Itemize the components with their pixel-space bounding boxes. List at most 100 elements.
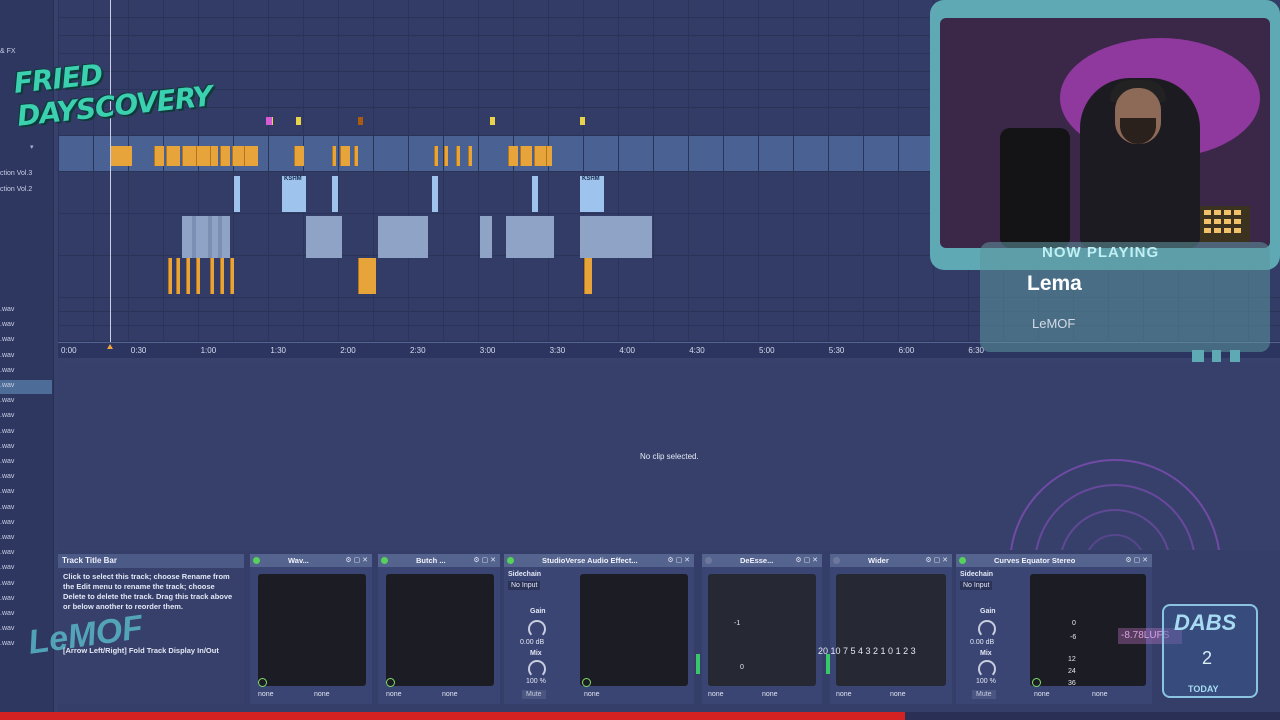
- preset-select-a[interactable]: none: [258, 691, 274, 698]
- browser-item[interactable]: .wav: [0, 458, 14, 465]
- device-tools-icon[interactable]: ⚙ ▢ ✕: [345, 556, 368, 564]
- browser-item[interactable]: .wav: [0, 306, 14, 313]
- audio-clip[interactable]: [468, 146, 472, 166]
- audio-clip[interactable]: [218, 216, 222, 258]
- dropdown-arrow-icon[interactable]: ▾: [30, 143, 34, 151]
- audio-clip[interactable]: [182, 216, 230, 258]
- device-studioverse[interactable]: StudioVerse Audio Effect... ⚙ ▢ ✕ Sidecha…: [504, 554, 694, 704]
- preset-select-a[interactable]: none: [386, 691, 402, 698]
- audio-clip[interactable]: KSHM: [284, 176, 306, 188]
- audio-clip[interactable]: [480, 216, 492, 258]
- power-ring-icon[interactable]: [1032, 678, 1041, 687]
- audio-clip[interactable]: [186, 258, 190, 294]
- device-tools-icon[interactable]: ⚙ ▢ ✕: [667, 556, 690, 564]
- power-ring-icon[interactable]: [582, 678, 591, 687]
- power-ring-icon[interactable]: [258, 678, 267, 687]
- audio-clip[interactable]: [532, 176, 538, 212]
- browser-item[interactable]: .wav: [0, 321, 14, 328]
- sidechain-input-select[interactable]: No Input: [508, 581, 541, 590]
- browser-item[interactable]: .wav: [0, 549, 14, 556]
- browser-item[interactable]: .wav: [0, 504, 14, 511]
- clip-marker[interactable]: [490, 117, 495, 125]
- device-on-toggle[interactable]: [959, 557, 966, 564]
- audio-clip[interactable]: [584, 258, 592, 294]
- audio-clip[interactable]: [332, 146, 336, 166]
- browser-item[interactable]: .wav: [0, 382, 14, 389]
- mix-knob[interactable]: [528, 660, 546, 678]
- audio-clip[interactable]: [294, 146, 304, 166]
- device-deesser[interactable]: DeEsse... ⚙ ▢ ✕ -1 0 none none: [696, 554, 822, 704]
- audio-clip[interactable]: [534, 146, 546, 166]
- device-butch[interactable]: Butch ... ⚙ ▢ ✕ none none: [378, 554, 500, 704]
- audio-clip[interactable]: [354, 146, 358, 166]
- device-on-toggle[interactable]: [381, 557, 388, 564]
- preset-select-b[interactable]: none: [762, 691, 778, 698]
- audio-clip[interactable]: [220, 258, 224, 294]
- audio-clip[interactable]: [230, 258, 234, 294]
- audio-clip[interactable]: [340, 146, 350, 166]
- mute-button[interactable]: Mute: [522, 690, 546, 699]
- audio-clip[interactable]: [234, 176, 240, 212]
- browser-item[interactable]: .wav: [0, 580, 14, 587]
- gain-knob[interactable]: [978, 620, 996, 638]
- preset-select-b[interactable]: none: [314, 691, 330, 698]
- preset-select-b[interactable]: none: [890, 691, 906, 698]
- audio-clip[interactable]: [110, 146, 132, 166]
- clip-marker[interactable]: [266, 117, 272, 125]
- browser-item[interactable]: .wav: [0, 564, 14, 571]
- clip-marker[interactable]: [296, 117, 301, 125]
- audio-clip[interactable]: [220, 146, 230, 166]
- preset-select-b[interactable]: none: [442, 691, 458, 698]
- audio-clip[interactable]: [232, 146, 244, 166]
- audio-clip[interactable]: [332, 176, 338, 212]
- preset-select-b[interactable]: none: [1092, 691, 1108, 698]
- preset-select-a[interactable]: none: [1034, 691, 1050, 698]
- audio-clip[interactable]: [182, 146, 196, 166]
- audio-clip[interactable]: [210, 146, 218, 166]
- audio-clip[interactable]: [192, 216, 196, 258]
- sidechain-input-select[interactable]: No Input: [960, 581, 993, 590]
- browser-item[interactable]: .wav: [0, 367, 14, 374]
- browser-item[interactable]: ction Vol.2: [0, 186, 32, 193]
- audio-clip[interactable]: [154, 146, 164, 166]
- clip-marker[interactable]: [580, 117, 585, 125]
- device-on-toggle[interactable]: [705, 557, 712, 564]
- audio-clip[interactable]: [196, 258, 200, 294]
- audio-clip[interactable]: [306, 216, 342, 258]
- browser-item[interactable]: .wav: [0, 610, 14, 617]
- gain-knob[interactable]: [528, 620, 546, 638]
- audio-clip[interactable]: [432, 176, 438, 212]
- device-on-toggle[interactable]: [253, 557, 260, 564]
- device-chain[interactable]: Track Title Bar Click to select this tra…: [58, 550, 1280, 712]
- clip-marker[interactable]: [358, 117, 363, 125]
- browser-item[interactable]: .wav: [0, 625, 14, 632]
- preset-select-a[interactable]: none: [584, 691, 600, 698]
- browser-item[interactable]: .wav: [0, 428, 14, 435]
- audio-clip[interactable]: [210, 258, 214, 294]
- browser-item[interactable]: .wav: [0, 336, 14, 343]
- browser-item[interactable]: .wav: [0, 473, 14, 480]
- audio-clip[interactable]: [546, 146, 552, 166]
- mix-knob[interactable]: [978, 660, 996, 678]
- audio-clip[interactable]: [196, 146, 210, 166]
- browser-item[interactable]: .wav: [0, 519, 14, 526]
- browser-item[interactable]: .wav: [0, 640, 14, 647]
- audio-clip[interactable]: [378, 216, 428, 258]
- audio-clip[interactable]: [208, 216, 212, 258]
- browser-item[interactable]: ction Vol.3: [0, 170, 32, 177]
- mute-button[interactable]: Mute: [972, 690, 996, 699]
- loop-marker[interactable]: [107, 344, 113, 349]
- device-tools-icon[interactable]: ⚙ ▢ ✕: [795, 556, 818, 564]
- audio-clip[interactable]: [520, 146, 532, 166]
- audio-clip[interactable]: [444, 146, 448, 166]
- browser-item[interactable]: .wav: [0, 412, 14, 419]
- device-wav[interactable]: Wav... ⚙ ▢ ✕ none none: [250, 554, 372, 704]
- browser-item[interactable]: .wav: [0, 352, 14, 359]
- device-on-toggle[interactable]: [507, 557, 514, 564]
- audio-clip[interactable]: KSHM: [582, 176, 604, 188]
- audio-clip[interactable]: [508, 146, 518, 166]
- power-ring-icon[interactable]: [386, 678, 395, 687]
- browser-item[interactable]: .wav: [0, 595, 14, 602]
- device-on-toggle[interactable]: [833, 557, 840, 564]
- audio-clip[interactable]: [580, 216, 652, 258]
